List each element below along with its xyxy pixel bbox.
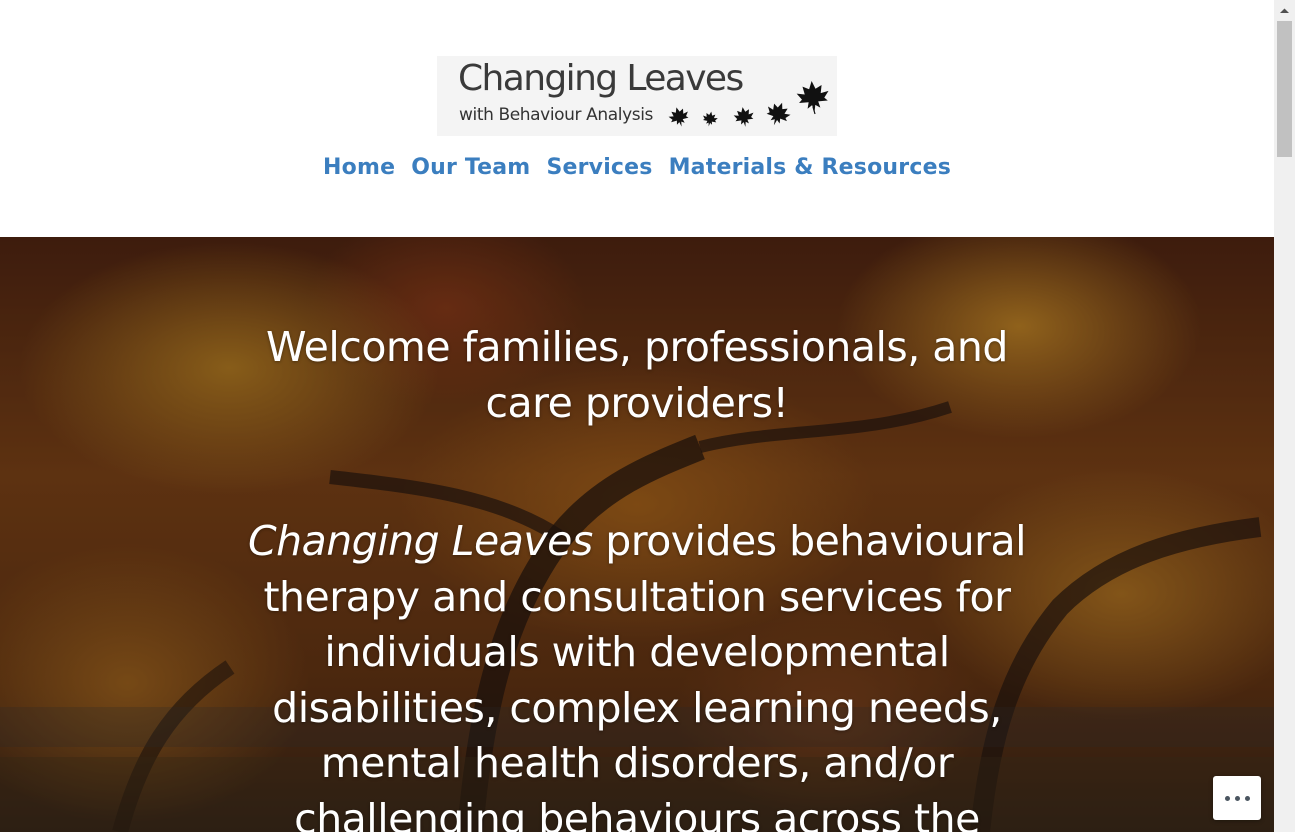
nav-our-team[interactable]: Our Team: [411, 150, 530, 186]
dot: [1234, 795, 1240, 801]
site-header: Changing Leaves with Behaviour Analysis …: [0, 0, 1274, 237]
hero-intro-brand: Changing Leaves: [247, 517, 593, 565]
nav-home[interactable]: Home: [323, 150, 395, 186]
nav-materials-resources[interactable]: Materials & Resources: [669, 150, 951, 186]
dot: [1244, 795, 1250, 801]
primary-nav: Home Our Team Services Materials & Resource…: [0, 150, 1274, 186]
hero-intro: Changing Leaves provides behavioural the…: [237, 514, 1037, 832]
hero-title: Welcome families, professionals, and car…: [266, 323, 1008, 427]
vertical-scrollbar[interactable]: [1274, 0, 1295, 832]
page: Changing Leaves with Behaviour Analysis …: [0, 0, 1274, 832]
dot: [1224, 795, 1230, 801]
scrollbar-thumb[interactable]: [1277, 21, 1292, 157]
ellipsis-icon[interactable]: [1213, 776, 1261, 820]
hero-section: Welcome families, professionals, and car…: [0, 237, 1274, 832]
maple-leaf-icon: [666, 79, 831, 130]
site-logo[interactable]: Changing Leaves with Behaviour Analysis: [437, 56, 837, 136]
scroll-up-arrow-icon[interactable]: [1274, 0, 1295, 21]
nav-services[interactable]: Services: [546, 150, 652, 186]
